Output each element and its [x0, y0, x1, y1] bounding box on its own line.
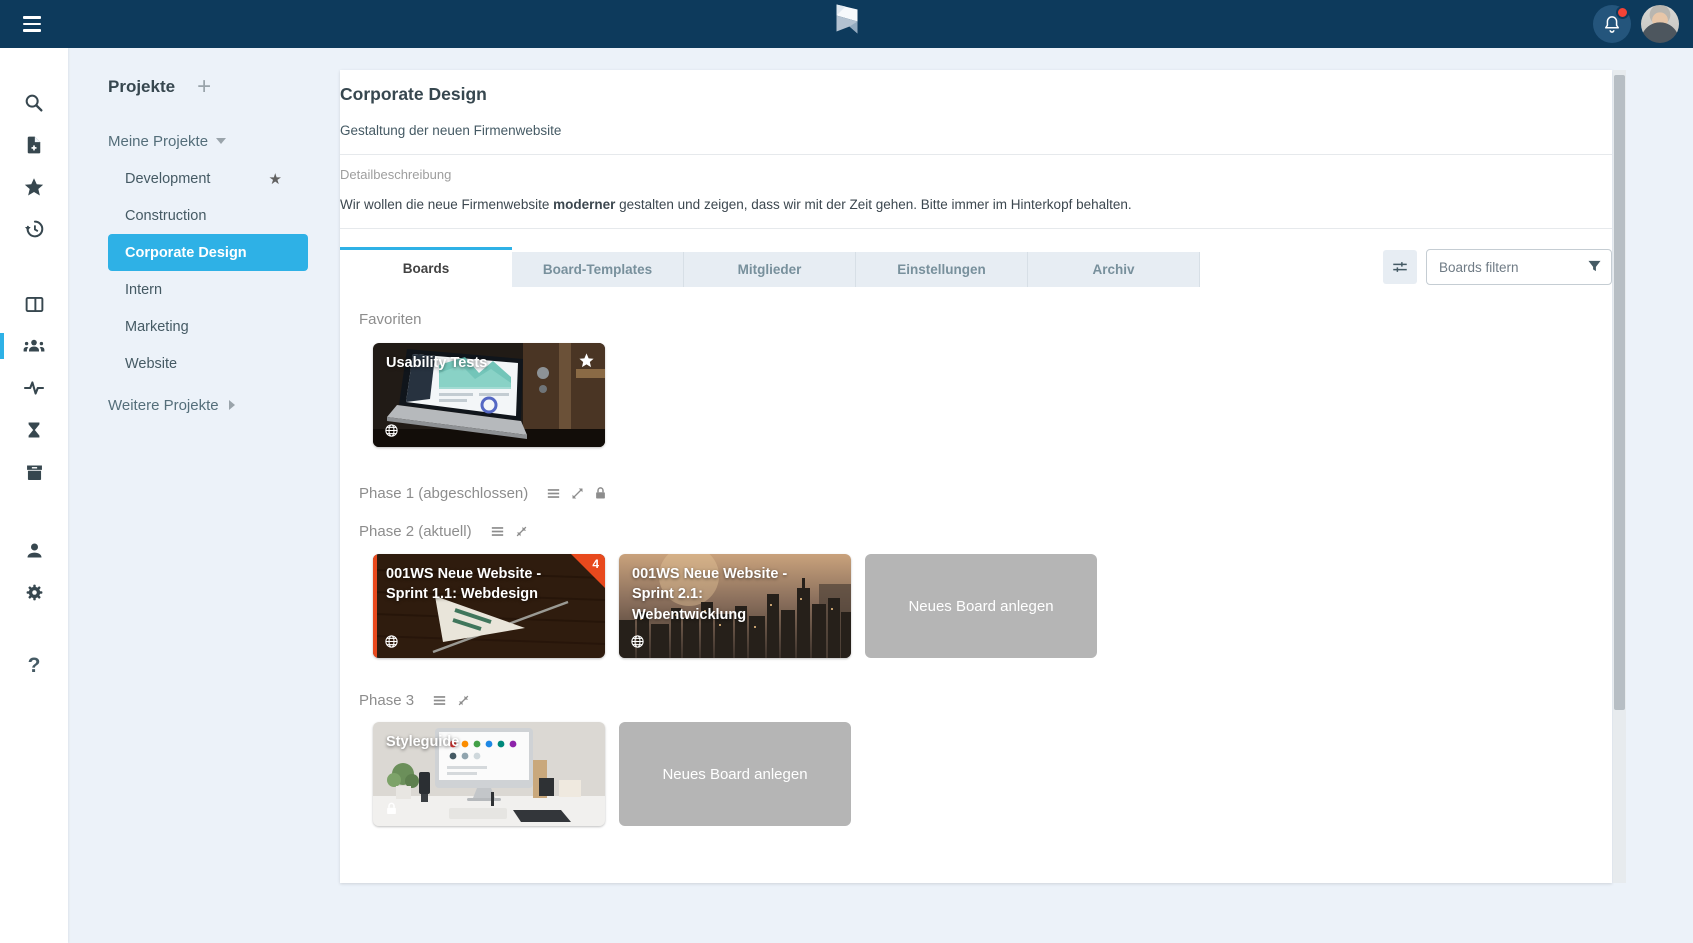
pending-hourglass-icon[interactable]: [0, 409, 68, 451]
lock-icon: [593, 486, 608, 501]
rail-active-indicator: [0, 333, 4, 359]
board-filter-input[interactable]: [1426, 249, 1612, 285]
add-project-icon[interactable]: +: [197, 77, 211, 97]
tab-mitglieder[interactable]: Mitglieder: [684, 252, 856, 287]
badge-count: 4: [592, 557, 599, 571]
new-board-button[interactable]: Neues Board anlegen: [865, 554, 1097, 658]
project-group-toggle[interactable]: Meine Projekte: [108, 126, 340, 156]
history-icon[interactable]: [0, 208, 68, 250]
page-subtitle: Gestaltung der neuen Firmenwebsite: [340, 123, 1612, 138]
board-title: 001WS Neue Website - Sprint 2.1: Webentw…: [619, 554, 851, 625]
section-title: Phase 1 (abgeschlossen): [359, 485, 528, 502]
main-panel: Corporate Design Gestaltung der neuen Fi…: [340, 70, 1612, 883]
divider: [340, 154, 1612, 155]
project-sidebar: Projekte + Meine Projekte Development ★ …: [68, 48, 340, 943]
section-title: Favoriten: [359, 311, 422, 328]
section-phase3: Phase 3: [359, 692, 1612, 709]
help-icon[interactable]: ?: [0, 645, 68, 687]
new-board-button[interactable]: Neues Board anlegen: [619, 722, 851, 826]
sidebar-item-weitere-projekte[interactable]: Weitere Projekte: [108, 388, 340, 422]
sidebar-item-development[interactable]: Development ★: [108, 160, 308, 197]
filter-funnel-icon[interactable]: [1586, 258, 1603, 275]
project-star-icon[interactable]: ★: [269, 170, 282, 188]
lock-icon: [384, 801, 399, 817]
phase-menu-icon[interactable]: [431, 692, 448, 709]
scrollbar-track[interactable]: [1613, 70, 1626, 883]
boards-icon[interactable]: [0, 283, 68, 325]
section-title: Phase 2 (aktuell): [359, 523, 472, 540]
menu-icon[interactable]: [8, 0, 56, 48]
detail-description: Wir wollen die neue Firmenwebsite modern…: [340, 197, 1612, 212]
divider: [340, 228, 1612, 229]
card-accent-stripe: [373, 554, 377, 658]
collapse-icon[interactable]: [456, 693, 471, 708]
expand-icon[interactable]: [570, 486, 585, 501]
chevron-right-icon: [229, 400, 235, 410]
board-title: Usability Tests: [373, 343, 605, 373]
new-document-icon[interactable]: [0, 124, 68, 166]
detail-label: Detailbeschreibung: [340, 167, 1612, 182]
tune-icon: [1391, 258, 1409, 276]
tab-boards[interactable]: Boards: [340, 247, 512, 287]
team-icon[interactable]: [0, 325, 68, 367]
board-card-usability-tests[interactable]: Usability Tests: [373, 343, 605, 447]
section-phase2: Phase 2 (aktuell): [359, 523, 1612, 540]
board-card-sprint-2-1[interactable]: 001WS Neue Website - Sprint 2.1: Webentw…: [619, 554, 851, 658]
user-avatar[interactable]: [1641, 5, 1679, 43]
board-card-sprint-1-1[interactable]: 4 001WS Neue Website - Sprint 1.1: Webde…: [373, 554, 605, 658]
globe-icon: [630, 634, 645, 649]
phase-menu-icon[interactable]: [489, 523, 506, 540]
icon-rail: ?: [0, 48, 68, 943]
scrollbar-thumb[interactable]: [1614, 75, 1625, 710]
sidebar-item-intern[interactable]: Intern: [108, 271, 308, 308]
sidebar-item-corporate-design[interactable]: Corporate Design: [108, 234, 308, 271]
sidebar-item-construction[interactable]: Construction: [108, 197, 308, 234]
notification-bell-button[interactable]: [1593, 5, 1631, 43]
profile-icon[interactable]: [0, 529, 68, 571]
notification-badge: [1616, 6, 1629, 19]
tab-archiv[interactable]: Archiv: [1028, 252, 1200, 287]
app-logo-icon[interactable]: [836, 5, 857, 44]
sidebar-item-website[interactable]: Website: [108, 345, 308, 382]
collapse-icon[interactable]: [514, 524, 529, 539]
activity-icon[interactable]: [0, 367, 68, 409]
tab-board-templates[interactable]: Board-Templates: [512, 252, 684, 287]
search-icon[interactable]: [0, 82, 68, 124]
sidebar-item-marketing[interactable]: Marketing: [108, 308, 308, 345]
section-title: Phase 3: [359, 692, 414, 709]
tab-einstellungen[interactable]: Einstellungen: [856, 252, 1028, 287]
projects-title: Projekte: [108, 77, 175, 97]
phase-menu-icon[interactable]: [545, 485, 562, 502]
section-phase1: Phase 1 (abgeschlossen): [359, 485, 1612, 502]
globe-icon: [384, 634, 399, 649]
tab-bar: Boards Board-Templates Mitglieder Einste…: [340, 247, 1612, 287]
globe-icon: [384, 423, 399, 438]
favorite-star-icon[interactable]: [578, 352, 595, 369]
settings-gear-icon[interactable]: [0, 571, 68, 613]
archive-icon[interactable]: [0, 451, 68, 493]
chevron-down-icon: [216, 138, 226, 144]
filter-settings-button[interactable]: [1383, 250, 1417, 284]
favorites-star-icon[interactable]: [0, 166, 68, 208]
page-title: Corporate Design: [340, 84, 1612, 105]
top-bar: [0, 0, 1693, 48]
section-favoriten: Favoriten: [359, 311, 1612, 328]
board-title: Styleguide: [373, 722, 605, 752]
board-title: 001WS Neue Website - Sprint 1.1: Webdesi…: [373, 554, 605, 605]
board-card-styleguide[interactable]: Styleguide: [373, 722, 605, 826]
